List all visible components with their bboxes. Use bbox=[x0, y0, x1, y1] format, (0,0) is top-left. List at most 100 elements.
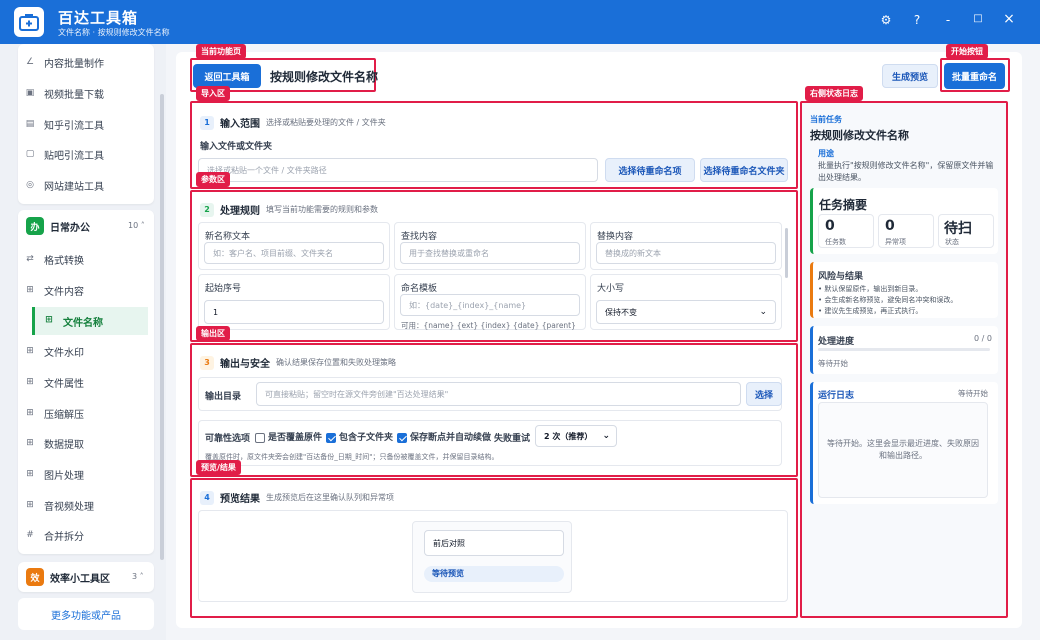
sidebar-item-file-name[interactable]: ⊞ 文件名称 bbox=[32, 307, 148, 335]
summary-count: 0 任务数 bbox=[818, 214, 874, 248]
case-label: 大小写 bbox=[597, 284, 625, 294]
output-dir-input[interactable]: 可直接粘贴；留空时在源文件旁创建"百达处理结果" bbox=[256, 382, 741, 406]
grid-icon: ⊞ bbox=[26, 469, 34, 479]
grid-icon: ⊞ bbox=[26, 285, 34, 295]
minimize-button[interactable]: - bbox=[940, 13, 956, 27]
resume-checkbox[interactable] bbox=[397, 432, 407, 443]
generate-preview-button[interactable]: 生成预览 bbox=[882, 64, 938, 88]
risk-item: • 建议先生成预览，再正式执行。 bbox=[818, 307, 923, 315]
more-products-button[interactable]: 更多功能或产品 bbox=[18, 598, 154, 630]
group-count-daily[interactable]: 10 ˄ bbox=[128, 221, 145, 230]
sidebar-item-watermark[interactable]: ⊞ 文件水印 bbox=[24, 338, 148, 364]
retry-select[interactable]: 2 次（推荐） ⌄ bbox=[535, 425, 617, 447]
subfolders-checkbox[interactable] bbox=[326, 432, 336, 443]
select-files-button[interactable]: 选择待重命名项 bbox=[605, 158, 695, 182]
start-index-input[interactable]: 1 bbox=[204, 300, 384, 324]
back-to-toolbox-button[interactable]: 返回工具箱 bbox=[193, 64, 261, 88]
risk-title: 风险与结果 bbox=[818, 272, 864, 282]
sidebar-item-video-download[interactable]: ▣ 视频批量下载 bbox=[24, 80, 148, 106]
find-label: 查找内容 bbox=[401, 232, 438, 242]
sidebar-item-file-content[interactable]: ⊞ 文件内容 bbox=[24, 277, 148, 303]
page-title: 按规则修改文件名称 bbox=[270, 70, 379, 84]
select-folder-button[interactable]: 选择待重命名文件夹 bbox=[700, 158, 788, 182]
sidebar-item-website[interactable]: ◎ 网站建站工具 bbox=[24, 172, 148, 198]
sidebar-item-merge[interactable]: # 合并拆分 bbox=[24, 522, 148, 548]
section-output-title: 3 输出与安全 确认结果保存位置和失败处理策略 bbox=[200, 355, 396, 370]
log-output: 等待开始。这里会显示最近进度、失败原因和输出路径。 bbox=[818, 402, 988, 498]
group-count-small[interactable]: 3 ˄ bbox=[132, 572, 144, 581]
purpose-text: 批量执行"按规则修改文件名称"，保留原文件并输出处理结果。 bbox=[818, 161, 994, 182]
summary-status: 待扫 状态 bbox=[938, 214, 994, 248]
app-subtitle: 文件名称 · 按规则修改文件名称 bbox=[58, 28, 170, 37]
resume-option[interactable]: 保存断点并自动续做 bbox=[397, 430, 491, 443]
tag-import: 导入区 bbox=[196, 86, 230, 101]
progress-title: 处理进度 bbox=[818, 337, 855, 347]
waiting-preview-pill: 等待预览 bbox=[424, 566, 564, 582]
grid-icon: ⊞ bbox=[26, 346, 34, 356]
find-input[interactable]: 用于查找替换或重命名 bbox=[400, 242, 580, 264]
grid-icon: ⊞ bbox=[26, 408, 34, 418]
close-button[interactable]: × bbox=[1001, 11, 1017, 27]
rules-scrollbar[interactable] bbox=[785, 228, 788, 278]
tag-output: 输出区 bbox=[196, 326, 230, 341]
replace-input[interactable]: 替换成的新文本 bbox=[596, 242, 776, 264]
current-task-title: 按规则修改文件名称 bbox=[810, 129, 909, 142]
tag-params: 参数区 bbox=[196, 172, 230, 187]
sidebar-item-image[interactable]: ⊞ 图片处理 bbox=[24, 461, 148, 487]
grid-icon: ⊞ bbox=[26, 438, 34, 448]
replace-label: 替换内容 bbox=[597, 232, 634, 242]
template-help: 可用：{name} {ext} {index} {date} {parent} bbox=[401, 321, 576, 330]
sidebar-scrollbar[interactable] bbox=[160, 94, 164, 560]
edit-icon: ∠ bbox=[25, 57, 35, 67]
note-icon: ▤ bbox=[25, 119, 35, 129]
sidebar-item-compress[interactable]: ⊞ 压缩解压 bbox=[24, 400, 148, 426]
swap-icon: ⇄ bbox=[26, 254, 34, 264]
globe-icon: ◎ bbox=[26, 180, 34, 190]
sidebar-item-attributes[interactable]: ⊞ 文件属性 bbox=[24, 369, 148, 395]
new-name-label: 新名称文本 bbox=[205, 232, 251, 242]
app-logo-icon bbox=[14, 7, 44, 37]
sidebar-item-content-batch[interactable]: ∠ 内容批量制作 bbox=[24, 49, 148, 75]
help-icon[interactable]: ? bbox=[909, 13, 925, 27]
input-path-field[interactable]: 选择或粘贴一个文件 / 文件夹路径 bbox=[198, 158, 598, 182]
sidebar-item-format[interactable]: ⇄ 格式转换 bbox=[24, 246, 148, 272]
chevron-down-icon: ⌄ bbox=[602, 431, 610, 441]
current-task-label: 当前任务 bbox=[810, 115, 842, 124]
sidebar-item-extract[interactable]: ⊞ 数据提取 bbox=[24, 430, 148, 456]
subfolders-option[interactable]: 包含子文件夹 bbox=[326, 430, 393, 443]
sidebar-item-tieba[interactable]: ▢ 贴吧引流工具 bbox=[24, 141, 148, 167]
backup-note: 覆盖原件时，原文件夹旁会创建"百达备份_日期_时间"；只备份被覆盖文件，并保留目… bbox=[205, 453, 499, 461]
progress-status: 等待开始 bbox=[818, 359, 848, 368]
purpose-label: 用途 bbox=[818, 149, 834, 158]
overwrite-checkbox[interactable] bbox=[255, 432, 265, 443]
hash-icon: # bbox=[26, 530, 34, 540]
section-input-title: 1 输入范围 选择或粘贴要处理的文件 / 文件夹 bbox=[200, 115, 386, 130]
sidebar-item-zhihu[interactable]: ▤ 知乎引流工具 bbox=[24, 111, 148, 137]
sidebar-item-media[interactable]: ⊞ 音视频处理 bbox=[24, 492, 148, 518]
case-select[interactable]: 保持不变 ⌄ bbox=[596, 300, 776, 324]
section-preview-title: 4 预览结果 生成预览后在这里确认队列和异常项 bbox=[200, 490, 394, 505]
message-icon: ▢ bbox=[25, 149, 35, 159]
input-path-label: 输入文件或文件夹 bbox=[200, 142, 273, 152]
settings-icon[interactable]: ⚙ bbox=[878, 13, 894, 27]
new-name-input[interactable]: 如：客户名、项目前缀、文件夹名 bbox=[204, 242, 384, 264]
maximize-button[interactable]: □ bbox=[970, 13, 986, 24]
select-output-button[interactable]: 选择 bbox=[746, 382, 782, 406]
tag-status-log: 右侧状态日志 bbox=[805, 86, 863, 101]
group-header-daily[interactable]: 办日常办公 bbox=[26, 216, 90, 236]
progress-count: 0 / 0 bbox=[974, 334, 992, 343]
group-badge-daily: 办 bbox=[26, 217, 44, 235]
risk-item: • 默认保留原件，输出到新目录。 bbox=[818, 285, 923, 293]
tag-preview: 预览/结果 bbox=[196, 460, 241, 475]
title-bar: 百达工具箱 文件名称 · 按规则修改文件名称 ⚙ ? - □ × bbox=[0, 0, 1040, 44]
overwrite-option[interactable]: 是否覆盖原件 bbox=[255, 430, 322, 443]
risk-item: • 会生成新名称预览，避免同名冲突和误改。 bbox=[818, 296, 958, 304]
group-header-small[interactable]: 效效率小工具区 bbox=[26, 567, 110, 587]
batch-rename-button[interactable]: 批量重命名 bbox=[944, 63, 1005, 89]
reliability-label: 可靠性选项 bbox=[205, 434, 251, 444]
retry-label: 失败重试 bbox=[494, 434, 531, 444]
before-after-compare[interactable]: 前后对照 bbox=[424, 530, 564, 556]
template-input[interactable]: 如：{date}_{index}_{name} bbox=[400, 294, 580, 316]
log-title: 运行日志 bbox=[818, 391, 855, 401]
summary-errors: 0 异常项 bbox=[878, 214, 934, 248]
